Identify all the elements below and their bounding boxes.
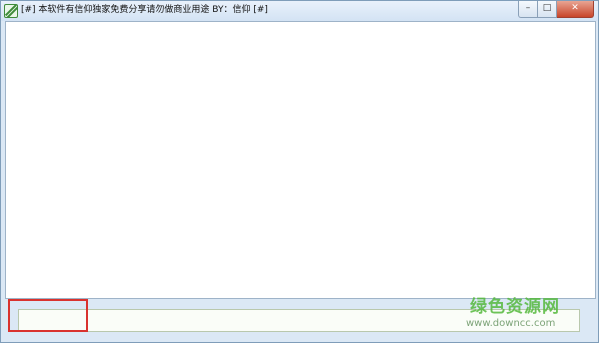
watermark-name: 绿色资源网 (470, 297, 560, 317)
watermark-url: www.downcc.com (466, 318, 556, 329)
maximize-button[interactable]: □ (538, 1, 557, 18)
main-content-area[interactable] (5, 21, 596, 299)
app-logo-icon[interactable] (4, 4, 18, 18)
close-button[interactable]: ✕ (557, 1, 594, 18)
minimize-button[interactable]: – (518, 1, 538, 18)
window-title: [#] 本软件有信仰独家免费分享请勿做商业用途 BY：信仰 [#] (21, 5, 268, 15)
title-bar[interactable]: [#] 本软件有信仰独家免费分享请勿做商业用途 BY：信仰 [#] – □ ✕ (1, 1, 598, 21)
highlight-annotation-box (8, 299, 88, 332)
window-controls: – □ ✕ (518, 1, 594, 18)
